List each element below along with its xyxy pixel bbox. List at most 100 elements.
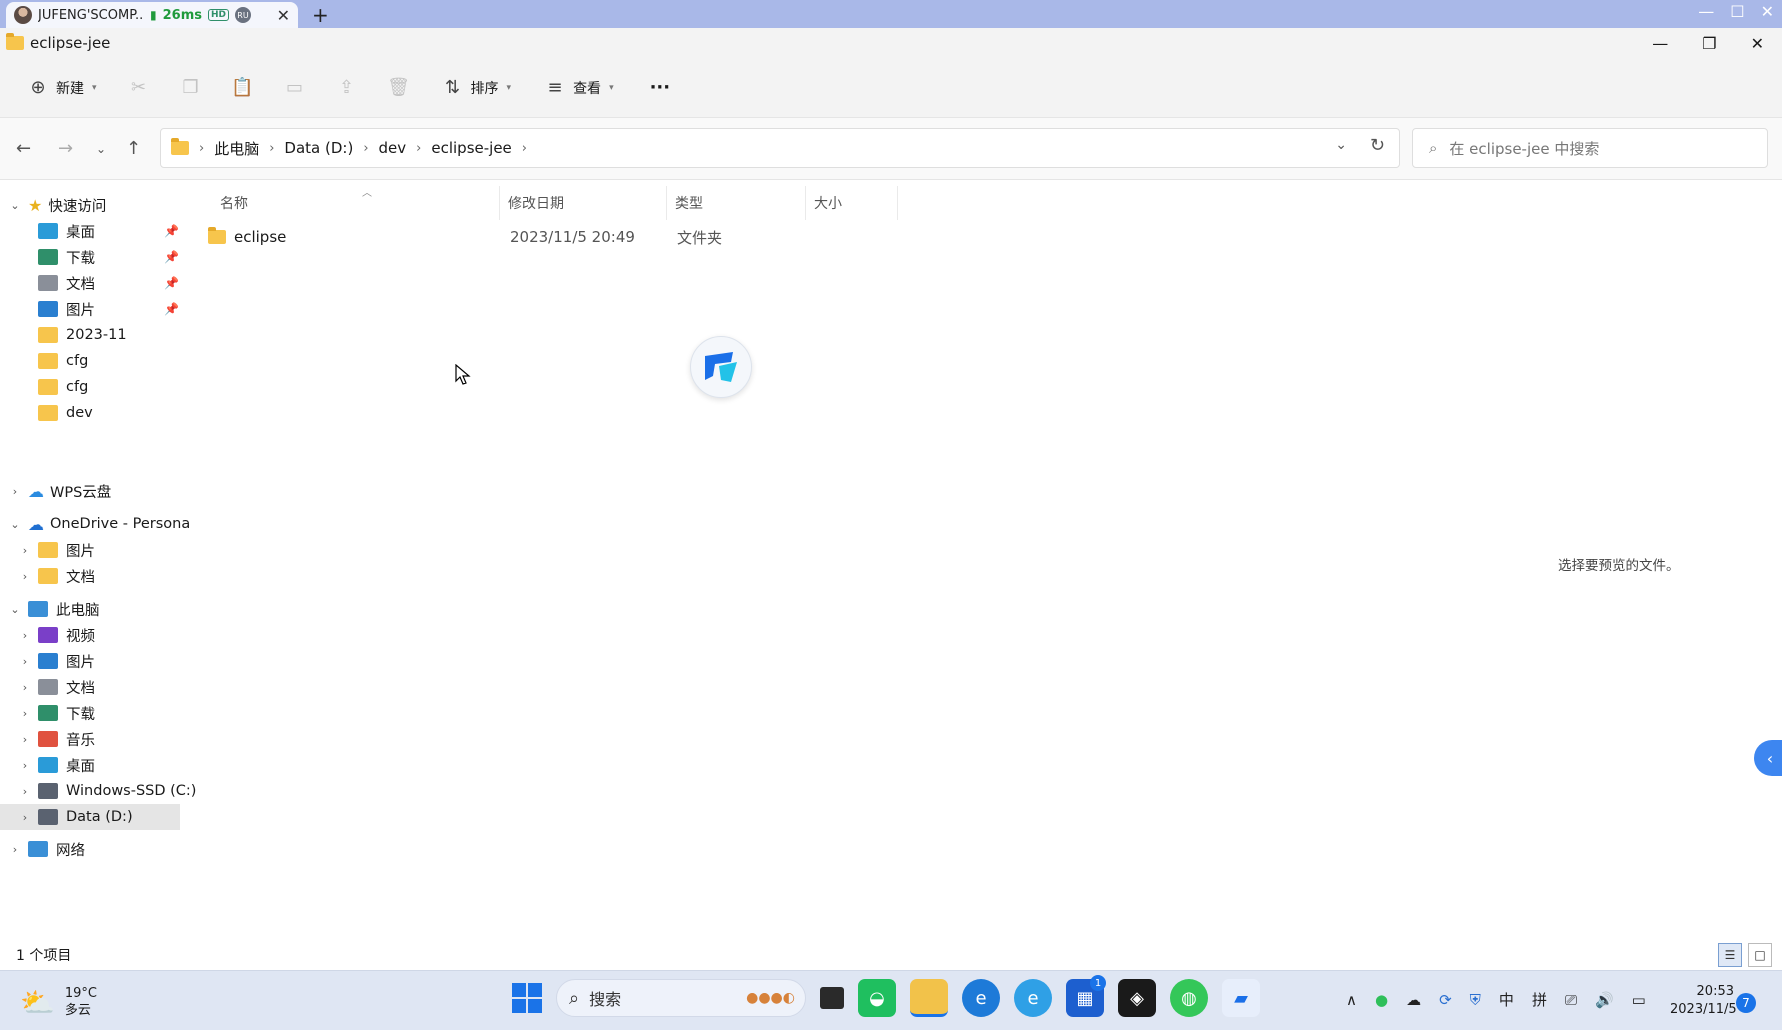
rename-icon[interactable]: ▭: [285, 77, 305, 98]
chevron-right-icon[interactable]: ›: [18, 544, 32, 557]
chevron-up-icon[interactable]: ∧: [1346, 991, 1357, 1009]
volume-icon[interactable]: 🔊: [1595, 991, 1614, 1009]
paste-icon[interactable]: 📋: [231, 77, 253, 98]
chevron-right-icon[interactable]: ›: [18, 811, 32, 824]
start-button[interactable]: [512, 983, 542, 1013]
chevron-right-icon[interactable]: ›: [18, 733, 32, 746]
ie-browser-app-icon[interactable]: e: [1014, 979, 1052, 1017]
nav-item-desktop[interactable]: 桌面 📌: [0, 218, 200, 244]
nav-network[interactable]: › 网络: [0, 836, 200, 862]
taskbar-search[interactable]: ⌕ 搜索 ●●●◐: [556, 979, 806, 1017]
tab-close-button[interactable]: ✕: [277, 6, 290, 25]
search-input[interactable]: ⌕ 在 eclipse-jee 中搜索: [1412, 128, 1768, 168]
nav-wps-cloud[interactable]: › ☁ WPS云盘: [0, 478, 200, 504]
remote-desktop-app-icon[interactable]: ▰: [1222, 979, 1260, 1017]
chevron-right-icon[interactable]: ›: [522, 141, 527, 156]
clock[interactable]: 20:53 2023/11/5: [1670, 983, 1737, 1019]
cut-icon[interactable]: ✂: [129, 77, 149, 98]
chevron-right-icon[interactable]: ›: [18, 785, 32, 798]
nav-item-download[interactable]: › 下载: [0, 700, 200, 726]
breadcrumb-this-pc[interactable]: 此电脑: [214, 138, 259, 159]
side-panel-toggle[interactable]: ‹: [1754, 740, 1782, 776]
battery-icon[interactable]: ▭: [1632, 991, 1646, 1009]
back-arrow-icon[interactable]: ←: [16, 138, 31, 159]
sync-tray-icon[interactable]: ⟳: [1439, 991, 1452, 1009]
nav-item-drive-c[interactable]: › Windows-SSD (C:): [0, 778, 200, 804]
chevron-right-icon[interactable]: ›: [18, 629, 32, 642]
nav-item-document[interactable]: 文档 📌: [0, 270, 200, 296]
pin-icon[interactable]: 📌: [164, 276, 179, 290]
unity-app-icon[interactable]: ◈: [1118, 979, 1156, 1017]
column-header-type[interactable]: 类型: [667, 186, 806, 220]
breadcrumb-dev[interactable]: dev: [379, 139, 407, 157]
recent-locations-icon[interactable]: ⌄: [96, 142, 106, 156]
close-button[interactable]: ✕: [1751, 34, 1764, 53]
breadcrumb-data-d[interactable]: Data (D:): [284, 139, 353, 157]
chevron-right-icon[interactable]: ›: [18, 707, 32, 720]
table-row[interactable]: eclipse 2023/11/5 20:49 文件夹: [204, 222, 1084, 252]
chevron-right-icon[interactable]: ›: [416, 141, 421, 156]
notification-badge[interactable]: 7: [1736, 993, 1756, 1013]
chevron-down-icon[interactable]: ⌄: [8, 518, 22, 531]
chevron-right-icon[interactable]: ›: [18, 655, 32, 668]
column-header-modified[interactable]: 修改日期: [500, 186, 667, 220]
onedrive-tray-icon[interactable]: ☁: [1406, 991, 1421, 1009]
column-header-name[interactable]: 名称 ︿: [212, 186, 500, 220]
host-minimize-button[interactable]: —: [1698, 2, 1714, 21]
column-header-size[interactable]: 大小: [806, 186, 898, 220]
edge-browser-app-icon[interactable]: e: [962, 979, 1000, 1017]
pin-icon[interactable]: 📌: [164, 250, 179, 264]
chevron-down-icon[interactable]: ⌄: [8, 603, 22, 616]
nav-item-folder[interactable]: dev: [0, 400, 200, 426]
copy-icon[interactable]: ❐: [181, 77, 201, 98]
nav-item-pictures[interactable]: › 图片: [0, 648, 200, 674]
pin-icon[interactable]: 📌: [164, 302, 179, 316]
ime-chinese-indicator[interactable]: 中: [1499, 989, 1514, 1010]
nav-this-pc[interactable]: ⌄ 此电脑: [0, 596, 200, 622]
address-bar[interactable]: › 此电脑 › Data (D:) › dev › eclipse-jee › …: [160, 128, 1400, 168]
chevron-right-icon[interactable]: ›: [18, 759, 32, 772]
restore-button[interactable]: ❐: [1702, 34, 1716, 53]
nav-item-desktop[interactable]: › 桌面: [0, 752, 200, 778]
wechat-tray-icon[interactable]: ●: [1375, 991, 1388, 1009]
delete-icon[interactable]: 🗑: [387, 77, 410, 98]
up-arrow-icon[interactable]: ↑: [126, 138, 141, 159]
new-tab-button[interactable]: +: [312, 3, 329, 27]
chevron-right-icon[interactable]: ›: [18, 681, 32, 694]
nav-item-folder[interactable]: cfg: [0, 374, 200, 400]
nav-item-document[interactable]: › 文档: [0, 674, 200, 700]
nav-onedrive-documents[interactable]: › 文档: [0, 563, 200, 589]
nav-item-music[interactable]: › 音乐: [0, 726, 200, 752]
wechat-app-icon[interactable]: ◍: [1170, 979, 1208, 1017]
forward-arrow-icon[interactable]: →: [58, 138, 73, 159]
chevron-right-icon[interactable]: ›: [8, 843, 22, 856]
chevron-right-icon[interactable]: ›: [363, 141, 368, 156]
ime-pinyin-indicator[interactable]: 拼: [1532, 989, 1547, 1010]
pin-icon[interactable]: 📌: [164, 224, 179, 238]
store-bag-app-icon[interactable]: ◒: [858, 979, 896, 1017]
chevron-right-icon[interactable]: ›: [269, 141, 274, 156]
sort-button[interactable]: ⇅ 排序 ▾: [437, 70, 518, 106]
host-maximize-button[interactable]: ☐: [1730, 2, 1744, 21]
details-view-button[interactable]: ☰: [1718, 943, 1742, 967]
nav-item-download[interactable]: 下载 📌: [0, 244, 200, 270]
nav-item-videos[interactable]: › 视频: [0, 622, 200, 648]
large-icons-view-button[interactable]: □: [1748, 943, 1772, 967]
nav-onedrive-pictures[interactable]: › 图片: [0, 537, 200, 563]
nav-item-folder[interactable]: cfg: [0, 348, 200, 374]
minimize-button[interactable]: —: [1652, 34, 1668, 53]
file-explorer-app-icon[interactable]: [910, 979, 948, 1017]
network-tray-icon[interactable]: ⎚: [1565, 991, 1577, 1009]
remote-session-tab[interactable]: JUFENG'SCOMP... ▮ 26ms HD RU ✕: [6, 2, 298, 28]
terminal-app-icon[interactable]: [820, 987, 844, 1009]
nav-item-pictures[interactable]: 图片 📌: [0, 296, 200, 322]
address-dropdown-icon[interactable]: ⌄: [1335, 137, 1347, 153]
nav-item-folder[interactable]: 2023-11: [0, 322, 200, 348]
refresh-icon[interactable]: ↻: [1370, 135, 1385, 156]
host-close-button[interactable]: ✕: [1761, 2, 1774, 21]
breadcrumb-eclipse-jee[interactable]: eclipse-jee: [431, 139, 511, 157]
new-button[interactable]: ⊕ 新建 ▾: [22, 70, 103, 106]
microsoft-store-app-icon[interactable]: ▦ 1: [1066, 975, 1106, 1017]
nav-item-drive-d[interactable]: › Data (D:): [0, 804, 180, 830]
security-tray-icon[interactable]: ⛨: [1470, 991, 1481, 1009]
